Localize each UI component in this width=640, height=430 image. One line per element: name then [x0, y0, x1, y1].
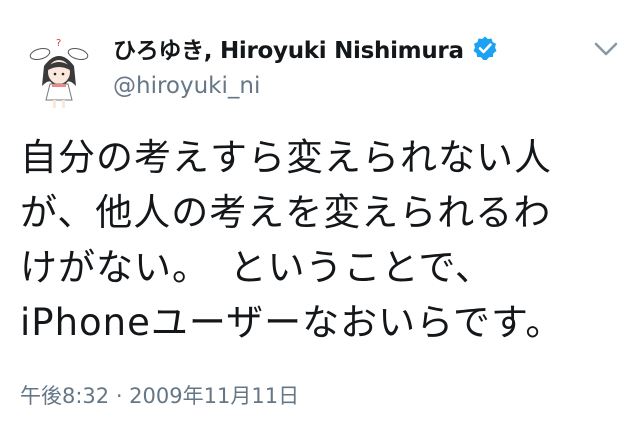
tweet-text-line: けがない。 ということで、 [20, 246, 493, 289]
tweet-text-line: 自分の考えすら変えられない人 [20, 136, 552, 179]
tweet-timestamp[interactable]: 午後8:32 · 2009年11月11日 [20, 380, 299, 410]
chevron-down-icon[interactable] [590, 38, 622, 60]
tweet-text-line: iPhoneユーザーなおいらです。 [20, 301, 564, 344]
user-handle[interactable]: @hiroyuki_ni [113, 73, 260, 99]
user-avatar[interactable]: ? [18, 32, 100, 114]
author-name-row[interactable]: ひろゆき, Hiroyuki Nishimura [113, 31, 498, 65]
svg-text:?: ? [56, 38, 61, 49]
tweet-text-line: が、他人の考えを変えられるわ [20, 191, 552, 234]
display-name[interactable]: ひろゆき, Hiroyuki Nishimura [113, 31, 464, 65]
tweet-text: 自分の考えすら変えられない人 が、他人の考えを変えられるわ けがない。 というこ… [20, 130, 620, 350]
verified-badge-icon [472, 35, 498, 61]
avatar-illustration: ? [29, 38, 89, 108]
tweet-card: ? ひろゆき, Hiroyuki Nishimura @hiroyuki_ni [0, 0, 640, 430]
